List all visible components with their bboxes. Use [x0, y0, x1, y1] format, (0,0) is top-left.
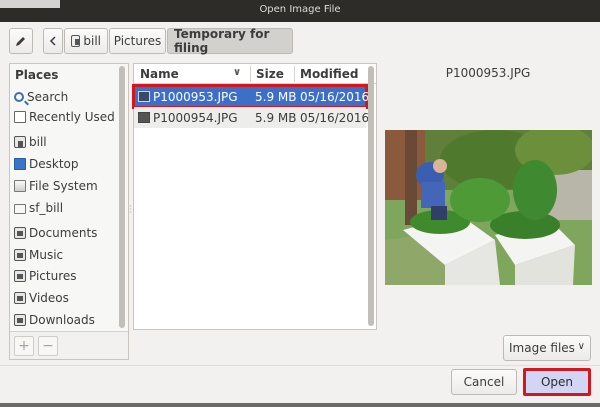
videos-folder-icon: [14, 292, 26, 304]
sidebar-item-label: Music: [29, 248, 64, 262]
image-file-icon: [138, 112, 150, 123]
column-header-size[interactable]: Size: [256, 67, 284, 81]
sidebar-item-file-system[interactable]: File System: [14, 176, 122, 196]
sidebar-item-label: Desktop: [29, 157, 79, 171]
pictures-folder-icon: [14, 270, 26, 282]
sidebar-item-downloads[interactable]: Downloads: [14, 310, 122, 330]
file-name: P1000954.JPG: [153, 110, 238, 125]
search-icon: [14, 92, 24, 102]
column-header-modified[interactable]: Modified: [300, 67, 359, 81]
file-row-p1000953[interactable]: P1000953.JPG 5.9 MB 05/16/2016: [132, 84, 370, 109]
column-header-name[interactable]: Name: [140, 67, 179, 81]
sidebar-item-recently-used[interactable]: Recently Used: [14, 107, 122, 127]
recent-document-icon: [14, 111, 26, 123]
file-modified: 05/16/2016: [300, 89, 370, 104]
sidebar-item-label: Videos: [29, 291, 69, 305]
sidebar-item-videos[interactable]: Videos: [14, 288, 122, 308]
chevron-left-icon: [49, 36, 56, 46]
sidebar-item-label: Search: [27, 90, 69, 104]
add-bookmark-button[interactable]: +: [14, 336, 34, 356]
file-size: 5.9 MB: [255, 89, 297, 104]
documents-folder-icon: [14, 227, 26, 239]
sidebar-item-documents[interactable]: Documents: [14, 223, 122, 243]
title-bar: Open Image File: [0, 0, 600, 22]
back-button[interactable]: [43, 28, 63, 54]
sidebar-item-bill[interactable]: bill: [14, 132, 122, 152]
drive-icon: [14, 180, 26, 192]
breadcrumb-bill[interactable]: bill: [64, 28, 108, 54]
sidebar-item-label: bill: [29, 135, 47, 149]
breadcrumb-label: Temporary for filing: [174, 27, 270, 55]
file-list: Name ∨ Size Modified P1000953.JPG 5.9 MB…: [132, 63, 377, 330]
window-bottom-edge: [0, 403, 600, 407]
places-scrollbar[interactable]: [119, 66, 125, 328]
pencil-icon: [16, 37, 25, 46]
edit-location-button[interactable]: [9, 28, 33, 54]
sidebar-item-label: sf_bill: [29, 201, 64, 215]
open-button[interactable]: Open: [523, 368, 591, 396]
file-type-filter-dropdown[interactable]: Image files ∨: [503, 335, 591, 361]
breadcrumb-label: bill: [83, 34, 101, 48]
cancel-button[interactable]: Cancel: [451, 369, 517, 395]
file-list-header: Name ∨ Size Modified: [134, 64, 376, 84]
file-name: P1000953.JPG: [153, 89, 238, 104]
chevron-down-icon: ∨: [577, 341, 585, 352]
file-size: 5.9 MB: [255, 110, 297, 125]
garden-photo: [385, 130, 592, 285]
sidebar-item-label: Documents: [29, 226, 98, 240]
places-footer: + −: [10, 331, 128, 359]
action-area-divider: [0, 365, 600, 366]
file-row-p1000954[interactable]: P1000954.JPG 5.9 MB 05/16/2016: [134, 107, 370, 128]
downloads-folder-icon: [14, 314, 26, 326]
sidebar-item-desktop[interactable]: Desktop: [14, 154, 122, 174]
sidebar-item-label: Downloads: [29, 313, 95, 327]
column-divider: [294, 66, 295, 82]
places-sidebar: Places Search Recently Used bill Desktop…: [9, 63, 129, 360]
sidebar-item-sf-bill[interactable]: sf_bill: [14, 198, 122, 218]
places-header: Places: [15, 68, 59, 82]
sidebar-item-label: Pictures: [29, 269, 77, 283]
sidebar-item-search[interactable]: Search: [14, 87, 122, 107]
sidebar-item-music[interactable]: Music: [14, 245, 122, 265]
breadcrumb-temporary-for-filing[interactable]: Temporary for filing: [167, 27, 293, 55]
file-modified: 05/16/2016: [300, 110, 370, 125]
desktop-icon: [14, 158, 26, 170]
home-icon: [71, 35, 81, 47]
column-divider: [250, 66, 251, 82]
location-toolbar: bill Pictures Temporary for filing: [0, 22, 600, 62]
filter-selected-label: Image files: [509, 341, 575, 355]
music-folder-icon: [14, 249, 26, 261]
breadcrumb-pictures[interactable]: Pictures: [109, 28, 166, 54]
window-title: Open Image File: [259, 4, 341, 15]
home-folder-icon: [14, 136, 26, 148]
sidebar-item-label: Recently Used: [29, 110, 115, 124]
preview-filename: P1000953.JPG: [445, 66, 531, 80]
remove-bookmark-button[interactable]: −: [38, 336, 58, 356]
file-list-scrollbar[interactable]: [368, 66, 374, 326]
breadcrumb-label: Pictures: [113, 34, 162, 48]
preview-image: [385, 130, 592, 285]
sidebar-item-pictures[interactable]: Pictures: [14, 266, 122, 286]
image-file-icon: [138, 91, 150, 102]
network-share-icon: [14, 204, 26, 214]
sidebar-item-label: File System: [29, 179, 98, 193]
sort-descending-icon: ∨: [233, 67, 242, 78]
